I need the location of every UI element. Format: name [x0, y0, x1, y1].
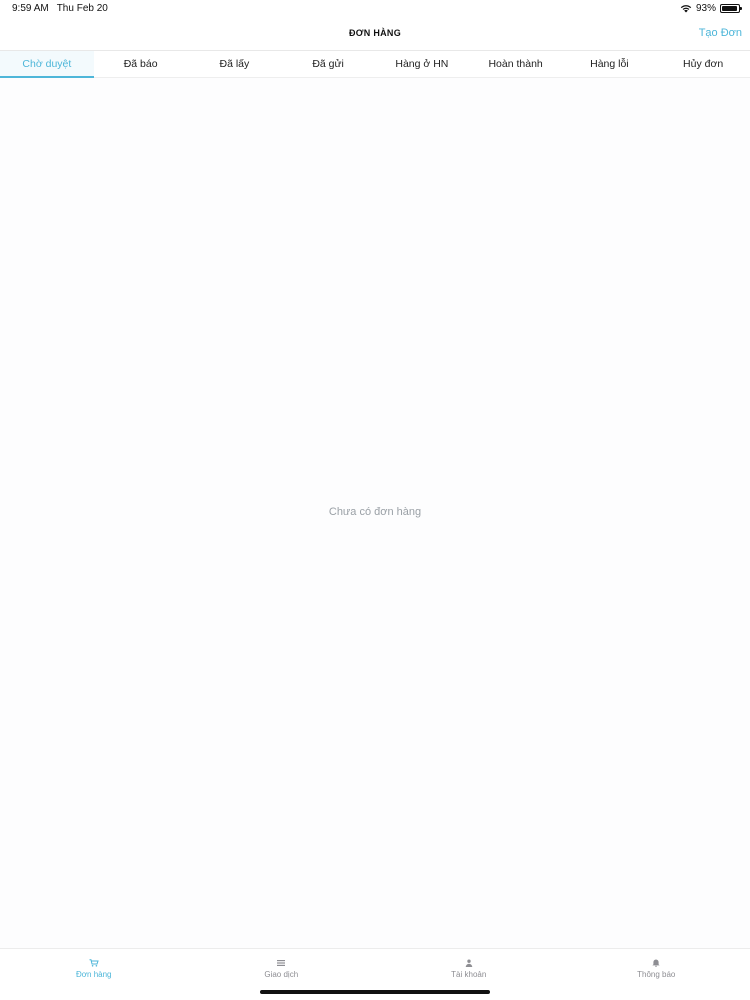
- order-status-tabs: Chờ duyệt Đã báo Đã lấy Đã gửi Hàng ở HN…: [0, 50, 750, 78]
- battery-fill: [722, 6, 737, 11]
- bottom-tab-label: Thông báo: [637, 970, 676, 979]
- order-list[interactable]: Chưa có đơn hàng: [0, 78, 750, 948]
- bottom-tab-label: Đơn hàng: [76, 970, 112, 979]
- bottom-tab-label: Tài khoản: [451, 970, 487, 979]
- page-title: ĐƠN HÀNG: [348, 28, 402, 38]
- bell-icon: [652, 959, 660, 967]
- empty-state-message: Chưa có đơn hàng: [328, 506, 422, 518]
- status-right: 93%: [680, 3, 742, 14]
- tab-hang-loi[interactable]: Hàng lỗi: [563, 51, 657, 77]
- create-order-button[interactable]: Tạo Đơn: [699, 27, 742, 39]
- wifi-icon: [680, 4, 692, 13]
- status-bar: 9:59 AM Thu Feb 20 93%: [0, 0, 750, 18]
- tab-da-lay[interactable]: Đã lấy: [188, 51, 282, 77]
- cart-icon: [89, 959, 99, 967]
- tab-cho-duyet[interactable]: Chờ duyệt: [0, 51, 94, 78]
- bottom-tab-orders[interactable]: Đơn hàng: [0, 949, 188, 1000]
- status-time: 9:59 AM: [12, 3, 49, 14]
- bottom-tab-notifications[interactable]: Thông báo: [563, 949, 750, 1000]
- user-icon: [465, 959, 472, 967]
- status-date: Thu Feb 20: [56, 3, 108, 14]
- tab-da-bao[interactable]: Đã báo: [94, 51, 188, 77]
- battery-percent: 93%: [695, 3, 716, 14]
- tab-hoan-thanh[interactable]: Hoàn thành: [469, 51, 563, 77]
- tab-hang-o-hn[interactable]: Hàng ở HN: [375, 51, 469, 77]
- app-screen: 9:59 AM Thu Feb 20 93% ĐƠN HÀNG Tạo Đơn …: [0, 0, 750, 1000]
- battery-icon: [720, 4, 742, 13]
- nav-header: ĐƠN HÀNG Tạo Đơn: [0, 22, 750, 48]
- bottom-tab-label: Giao dịch: [264, 970, 299, 979]
- list-icon: [277, 960, 286, 966]
- tab-huy-don[interactable]: Hủy đơn: [656, 51, 750, 77]
- status-left: 9:59 AM Thu Feb 20: [12, 3, 108, 14]
- tab-da-gui[interactable]: Đã gửi: [281, 51, 375, 77]
- home-indicator[interactable]: [260, 990, 490, 994]
